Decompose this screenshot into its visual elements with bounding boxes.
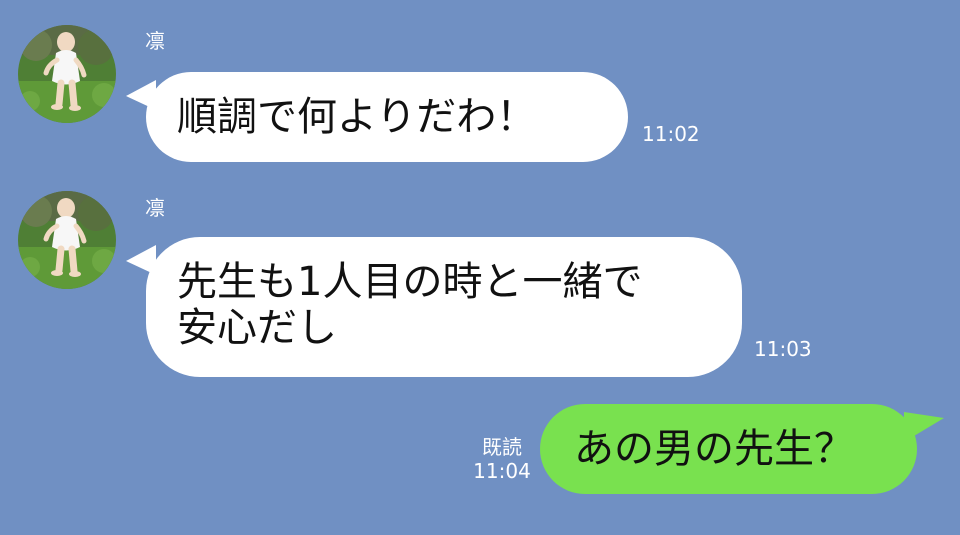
baby-photo-avatar-icon — [18, 191, 116, 289]
read-status: 既読 11:04 — [468, 435, 536, 483]
read-label: 既読 — [482, 435, 522, 459]
message-text-line: あの男の先生？ — [574, 426, 854, 472]
outgoing-bubble-tail — [904, 412, 944, 442]
message-text-line: 先生も1人目の時と一緒で — [177, 259, 643, 305]
message-time: 11:03 — [754, 337, 812, 361]
sender-name: 凛 — [145, 196, 165, 220]
baby-photo-avatar-icon — [18, 25, 116, 123]
message-text-line: 安心だし — [177, 305, 337, 351]
sender-avatar[interactable] — [18, 191, 116, 289]
message-text-line: 順調で何よりだわ！ — [177, 94, 537, 140]
chat-view: 凛 順調で何よりだわ！ 11:02 凛 先生も1人目の時と一緒で 安心だし 11… — [0, 0, 960, 535]
incoming-message-bubble[interactable]: 順調で何よりだわ！ — [146, 72, 628, 162]
sender-name: 凛 — [145, 29, 165, 53]
incoming-message-bubble[interactable]: 先生も1人目の時と一緒で 安心だし — [146, 237, 742, 377]
sender-avatar[interactable] — [18, 25, 116, 123]
outgoing-message-bubble[interactable]: あの男の先生？ — [540, 404, 917, 494]
message-time: 11:04 — [473, 459, 531, 483]
message-time: 11:02 — [642, 122, 700, 146]
